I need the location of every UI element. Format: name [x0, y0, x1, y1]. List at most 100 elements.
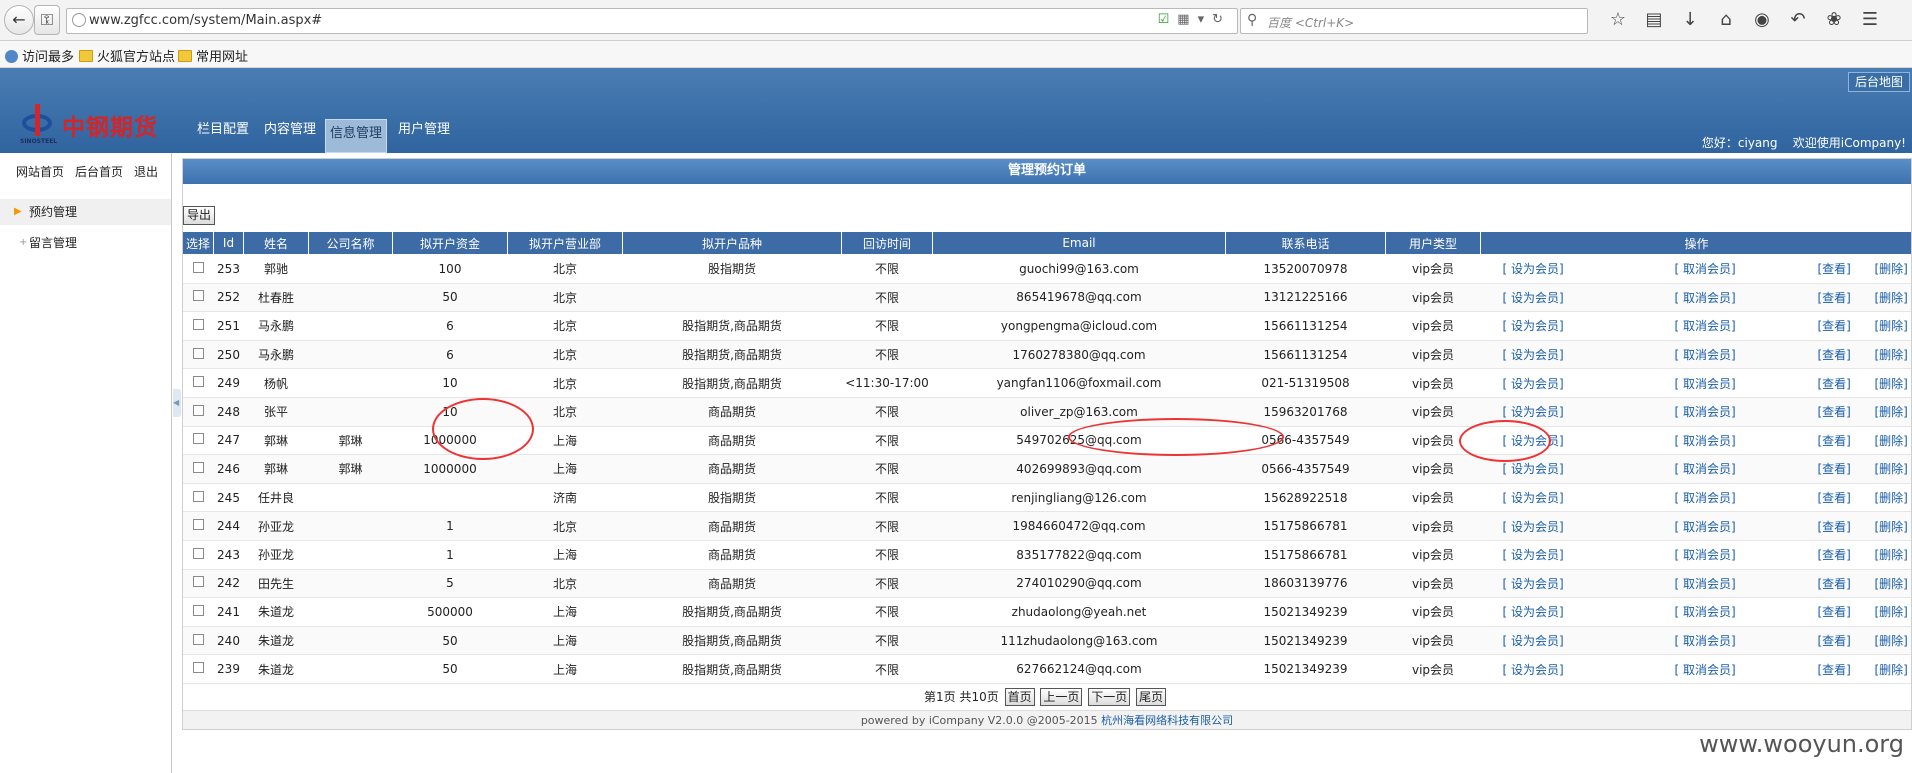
shield-icon[interactable]: ☑ [1158, 12, 1178, 27]
row-checkbox[interactable] [192, 604, 204, 616]
set-member-link[interactable]: [ 设为会员] [1503, 632, 1564, 649]
download-icon[interactable]: ↓ [1672, 9, 1708, 30]
row-checkbox[interactable] [192, 490, 204, 502]
delete-link[interactable]: [删除] [1875, 317, 1908, 334]
set-member-link[interactable]: [ 设为会员] [1503, 575, 1564, 592]
footer-company-link[interactable]: 杭州海看网络科技有限公司 [1101, 714, 1233, 727]
set-member-link[interactable]: [ 设为会员] [1503, 317, 1564, 334]
set-member-link[interactable]: [ 设为会员] [1503, 289, 1564, 306]
view-link[interactable]: [查看] [1818, 317, 1851, 334]
qr-icon[interactable]: ▦ [1177, 12, 1197, 27]
undo-icon[interactable]: ↶ [1780, 9, 1816, 30]
row-checkbox[interactable] [192, 547, 204, 559]
delete-link[interactable]: [删除] [1875, 518, 1908, 535]
view-link[interactable]: [查看] [1818, 661, 1851, 678]
prev-page-button[interactable]: 上一页 [1040, 688, 1083, 706]
view-link[interactable]: [查看] [1818, 546, 1851, 563]
set-member-link[interactable]: [ 设为会员] [1503, 403, 1564, 420]
cancel-member-link[interactable]: [ 取消会员] [1675, 432, 1736, 449]
view-link[interactable]: [查看] [1818, 575, 1851, 592]
delete-link[interactable]: [删除] [1875, 403, 1908, 420]
view-link[interactable]: [查看] [1818, 632, 1851, 649]
cancel-member-link[interactable]: [ 取消会员] [1675, 403, 1736, 420]
cancel-member-link[interactable]: [ 取消会员] [1675, 317, 1736, 334]
sidebar-item-reservations[interactable]: ▶ 预约管理 [0, 199, 171, 225]
nav-column-config[interactable]: 栏目配置 [197, 116, 249, 153]
delete-link[interactable]: [删除] [1875, 632, 1908, 649]
cancel-member-link[interactable]: [ 取消会员] [1675, 575, 1736, 592]
cancel-member-link[interactable]: [ 取消会员] [1675, 489, 1736, 506]
view-link[interactable]: [查看] [1818, 432, 1851, 449]
url-bar-icons[interactable]: ☑▦▾↻ [1158, 12, 1231, 27]
row-checkbox[interactable] [192, 376, 204, 388]
delete-link[interactable]: [删除] [1875, 460, 1908, 477]
link-admin-home[interactable]: 后台首页 [75, 165, 123, 179]
cancel-member-link[interactable]: [ 取消会员] [1675, 375, 1736, 392]
cancel-member-link[interactable]: [ 取消会员] [1675, 460, 1736, 477]
view-link[interactable]: [查看] [1818, 375, 1851, 392]
delete-link[interactable]: [删除] [1875, 260, 1908, 277]
row-checkbox[interactable] [192, 347, 204, 359]
bookmark-common-sites[interactable]: 常用网址 [178, 46, 248, 65]
set-member-link[interactable]: [ 设为会员] [1503, 603, 1564, 620]
row-checkbox[interactable] [192, 318, 204, 330]
cancel-member-link[interactable]: [ 取消会员] [1675, 632, 1736, 649]
home-icon[interactable]: ⌂ [1708, 9, 1744, 30]
delete-link[interactable]: [删除] [1875, 489, 1908, 506]
nav-info-management[interactable]: 信息管理 [325, 119, 388, 153]
url-bar[interactable]: www.zgfcc.com/system/Main.aspx# ☑▦▾↻ [66, 8, 1238, 34]
view-link[interactable]: [查看] [1818, 460, 1851, 477]
delete-link[interactable]: [删除] [1875, 575, 1908, 592]
nav-user-management[interactable]: 用户管理 [398, 116, 450, 153]
delete-link[interactable]: [删除] [1875, 546, 1908, 563]
last-page-button[interactable]: 尾页 [1136, 688, 1167, 706]
delete-link[interactable]: [删除] [1875, 375, 1908, 392]
cancel-member-link[interactable]: [ 取消会员] [1675, 546, 1736, 563]
bookmark-most-visited[interactable]: 访问最多 [5, 46, 74, 65]
set-member-link[interactable]: [ 设为会员] [1503, 460, 1564, 477]
nav-content-management[interactable]: 内容管理 [264, 116, 316, 153]
link-site-home[interactable]: 网站首页 [16, 165, 64, 179]
reload-icon[interactable]: ↻ [1212, 12, 1231, 27]
set-member-link[interactable]: [ 设为会员] [1503, 346, 1564, 363]
row-checkbox[interactable] [192, 519, 204, 531]
set-member-link[interactable]: [ 设为会员] [1503, 518, 1564, 535]
link-logout[interactable]: 退出 [134, 165, 158, 179]
cancel-member-link[interactable]: [ 取消会员] [1675, 260, 1736, 277]
cancel-member-link[interactable]: [ 取消会员] [1675, 289, 1736, 306]
set-member-link[interactable]: [ 设为会员] [1503, 661, 1564, 678]
set-member-link[interactable]: [ 设为会员] [1503, 432, 1564, 449]
row-checkbox[interactable] [192, 261, 204, 273]
set-member-link[interactable]: [ 设为会员] [1503, 375, 1564, 392]
reading-list-icon[interactable]: ▤ [1636, 9, 1672, 30]
row-checkbox[interactable] [192, 662, 204, 674]
logo[interactable]: SINOSTEEL 中钢期货 [20, 104, 160, 148]
chat-icon[interactable]: ◉ [1744, 9, 1780, 30]
view-link[interactable]: [查看] [1818, 403, 1851, 420]
set-member-link[interactable]: [ 设为会员] [1503, 489, 1564, 506]
cancel-member-link[interactable]: [ 取消会员] [1675, 661, 1736, 678]
view-link[interactable]: [查看] [1818, 289, 1851, 306]
row-checkbox[interactable] [192, 576, 204, 588]
row-checkbox[interactable] [192, 461, 204, 473]
delete-link[interactable]: [删除] [1875, 661, 1908, 678]
dropdown-icon[interactable]: ▾ [1198, 12, 1213, 27]
search-bar[interactable]: ⚲ 百度 <Ctrl+K> [1240, 8, 1588, 34]
view-link[interactable]: [查看] [1818, 489, 1851, 506]
delete-link[interactable]: [删除] [1875, 432, 1908, 449]
row-checkbox[interactable] [192, 290, 204, 302]
back-button[interactable]: ← [4, 5, 34, 35]
cancel-member-link[interactable]: [ 取消会员] [1675, 346, 1736, 363]
view-link[interactable]: [查看] [1818, 518, 1851, 535]
first-page-button[interactable]: 首页 [1004, 688, 1035, 706]
cancel-member-link[interactable]: [ 取消会员] [1675, 518, 1736, 535]
view-link[interactable]: [查看] [1818, 346, 1851, 363]
view-link[interactable]: [查看] [1818, 260, 1851, 277]
cancel-member-link[interactable]: [ 取消会员] [1675, 603, 1736, 620]
bookmark-firefox-site[interactable]: 火狐官方站点 [79, 46, 175, 65]
identity-key-icon[interactable]: ⚿ [34, 5, 60, 35]
addon-icon[interactable]: ❀ [1816, 9, 1852, 30]
site-map-button[interactable]: 后台地图 [1847, 72, 1910, 92]
delete-link[interactable]: [删除] [1875, 346, 1908, 363]
delete-link[interactable]: [删除] [1875, 603, 1908, 620]
